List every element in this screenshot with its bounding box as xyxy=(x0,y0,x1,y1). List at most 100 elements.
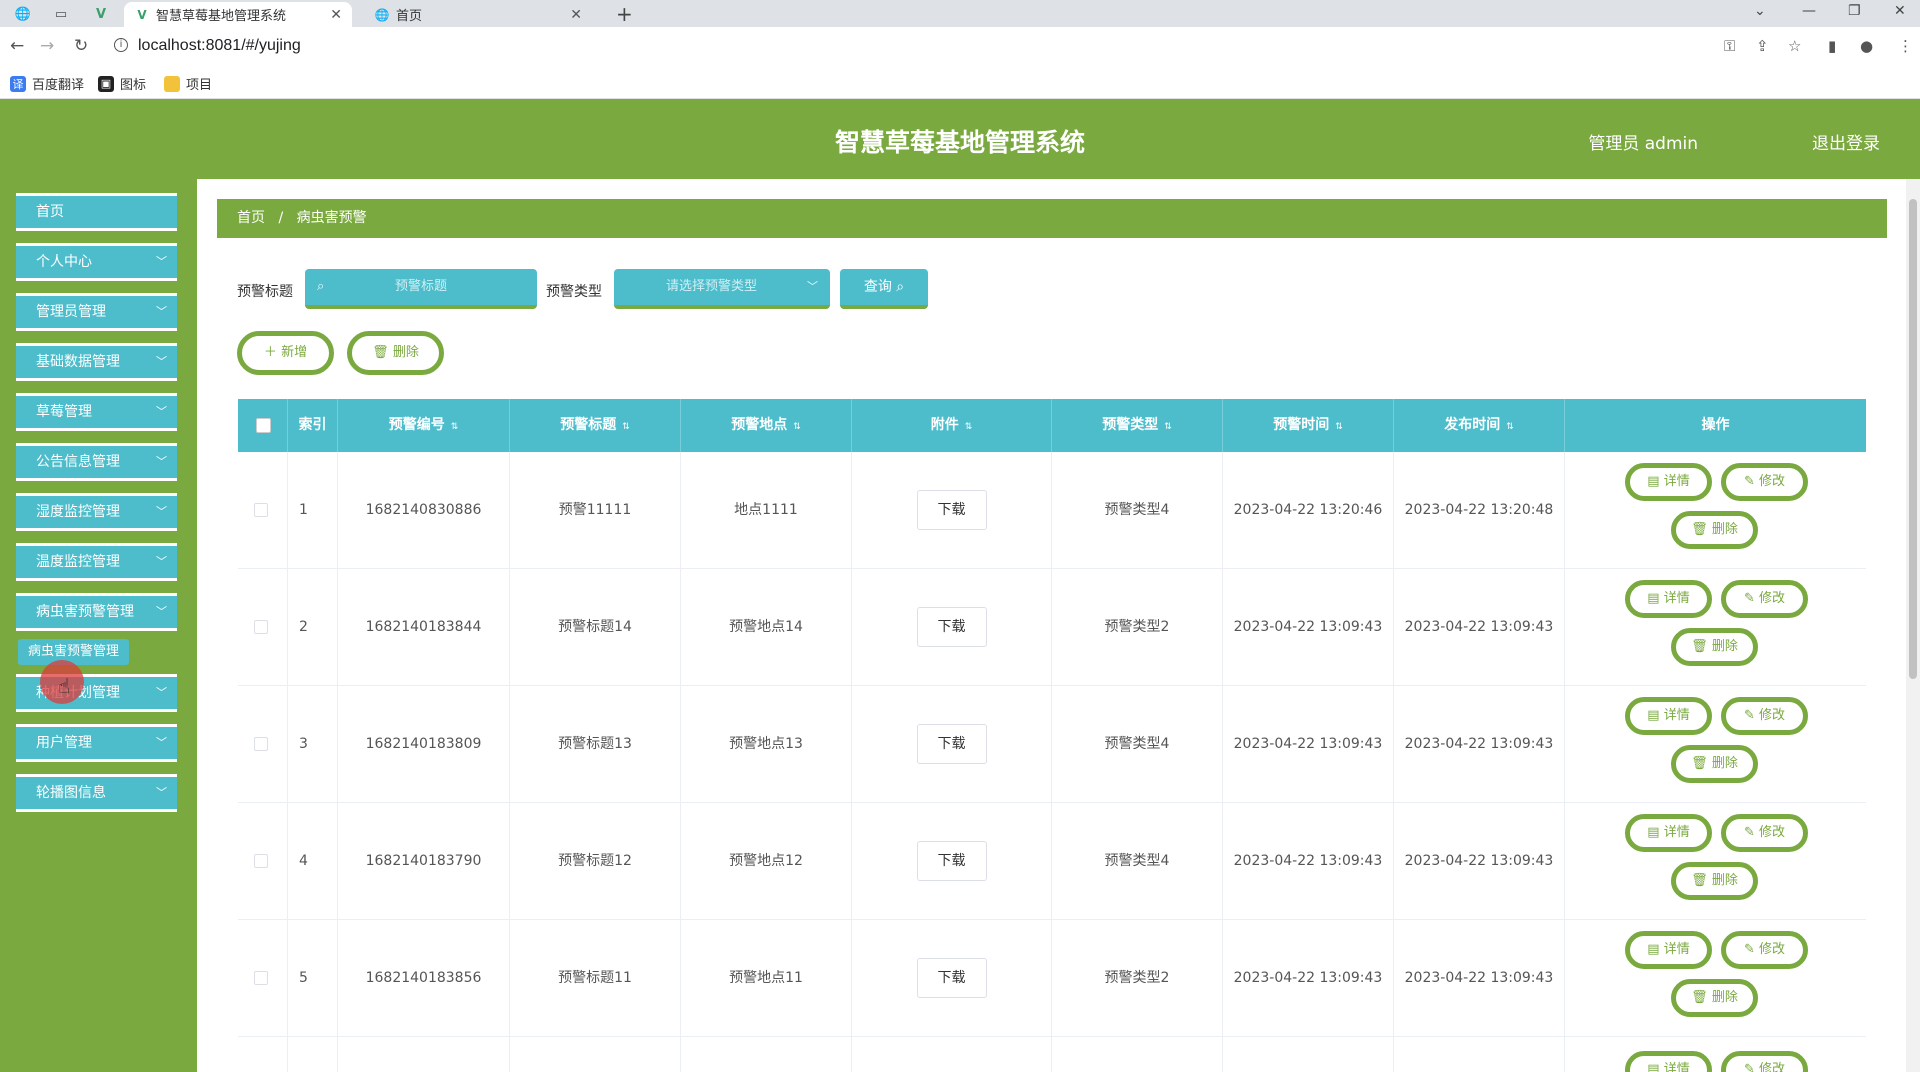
edit-button[interactable]: ✎ 修改 xyxy=(1721,580,1808,618)
tab-home[interactable]: 🌐 首页 ✕ xyxy=(364,2,592,27)
bookmark-baidu-translate[interactable]: 译 百度翻译 xyxy=(10,74,84,93)
sort-icon[interactable]: ⇅ xyxy=(1506,422,1514,432)
reload-icon[interactable]: ↻ xyxy=(74,36,88,56)
title-search-input[interactable]: ⌕ 预警标题 xyxy=(305,269,537,309)
page-scrollbar[interactable] xyxy=(1906,179,1920,1072)
star-icon[interactable]: ☆ xyxy=(1788,37,1801,55)
header-select-all[interactable] xyxy=(238,399,288,452)
detail-button[interactable]: ▤ 详情 xyxy=(1625,463,1712,501)
sidebar-item-home[interactable]: 首页 xyxy=(16,193,177,231)
checkbox[interactable] xyxy=(254,971,268,985)
globe-icon[interactable]: 🌐 xyxy=(10,3,36,25)
back-icon[interactable]: ← xyxy=(10,36,24,56)
header-title[interactable]: 预警标题 ⇅ xyxy=(510,399,681,452)
header-place[interactable]: 预警地点 ⇅ xyxy=(681,399,852,452)
cell-publish-time xyxy=(1394,1037,1565,1072)
delete-button[interactable]: 🗑 删除 xyxy=(347,331,444,375)
row-delete-button[interactable]: 🗑 删除 xyxy=(1671,979,1758,1017)
sidebar-item-label: 草莓管理 xyxy=(36,404,92,420)
blank-tab-icon[interactable]: ▭ xyxy=(48,3,74,25)
sidepanel-icon[interactable]: ▮ xyxy=(1828,37,1836,55)
close-icon[interactable]: ✕ xyxy=(330,7,342,23)
row-select-cell xyxy=(238,1037,288,1072)
url-field[interactable]: localhost:8081/#/yujing xyxy=(138,37,301,55)
sort-icon[interactable]: ⇅ xyxy=(1164,422,1172,432)
sort-icon[interactable]: ⇅ xyxy=(965,422,973,432)
edit-button[interactable]: ✎ 修改 xyxy=(1721,931,1808,969)
minimize-icon[interactable]: — xyxy=(1802,3,1816,19)
sidebar-item-admin-mgmt[interactable]: 管理员管理 ﹀ xyxy=(16,293,177,331)
sidebar-item-base-data[interactable]: 基础数据管理 ﹀ xyxy=(16,343,177,381)
add-button[interactable]: ＋ 新增 xyxy=(237,331,334,375)
row-delete-button[interactable]: 🗑 删除 xyxy=(1671,745,1758,783)
download-button[interactable]: 下载 xyxy=(916,958,987,998)
edit-button[interactable]: ✎ 修改 xyxy=(1721,463,1808,501)
sort-icon[interactable]: ⇅ xyxy=(1335,422,1343,432)
close-icon[interactable]: ✕ xyxy=(570,7,582,23)
vue-icon[interactable]: V xyxy=(88,3,114,25)
sidebar-item-notice[interactable]: 公告信息管理 ﹀ xyxy=(16,443,177,481)
logout-link[interactable]: 退出登录 xyxy=(1812,129,1880,154)
row-delete-button[interactable]: 🗑 删除 xyxy=(1671,862,1758,900)
site-info-icon[interactable]: i xyxy=(114,38,128,52)
sidebar-item-strawberry[interactable]: 草莓管理 ﹀ xyxy=(16,393,177,431)
submenu-pest-warning-mgmt[interactable]: 病虫害预警管理 xyxy=(18,639,130,665)
tab-search-icon[interactable]: ⌄ xyxy=(1754,3,1766,19)
header-code[interactable]: 预警编号 ⇅ xyxy=(338,399,510,452)
download-button[interactable]: 下载 xyxy=(916,490,987,530)
cell-code: 1682140183790 xyxy=(338,803,510,920)
bookmark-icons[interactable]: ▣ 图标 xyxy=(98,74,146,93)
bookmark-project[interactable]: 项目 xyxy=(164,74,212,93)
cell-attachment: 下载 xyxy=(852,569,1052,686)
detail-button[interactable]: ▤ 详情 xyxy=(1625,697,1712,735)
header-type[interactable]: 预警类型 ⇅ xyxy=(1052,399,1223,452)
tab-app[interactable]: V 智慧草莓基地管理系统 ✕ xyxy=(124,2,352,27)
header-publish-time[interactable]: 发布时间 ⇅ xyxy=(1394,399,1565,452)
download-button[interactable]: 下载 xyxy=(916,841,987,881)
menu-icon[interactable]: ⋮ xyxy=(1898,37,1913,55)
detail-button[interactable]: ▤ 详情 xyxy=(1625,931,1712,969)
breadcrumb-home[interactable]: 首页 xyxy=(237,210,265,226)
detail-button[interactable]: ▤ 详情 xyxy=(1625,814,1712,852)
download-button[interactable]: 下载 xyxy=(916,724,987,764)
restore-icon[interactable]: ❐ xyxy=(1848,3,1861,19)
detail-button[interactable]: ▤ 详情 xyxy=(1625,580,1712,618)
new-tab-button[interactable]: + xyxy=(616,2,633,26)
checkbox[interactable] xyxy=(254,854,268,868)
edit-label: 修改 xyxy=(1759,591,1786,606)
edit-label: 修改 xyxy=(1759,708,1786,723)
query-button[interactable]: 查询 ⌕ xyxy=(840,269,928,309)
row-delete-button[interactable]: 🗑 删除 xyxy=(1671,628,1758,666)
forward-icon[interactable]: → xyxy=(40,36,54,56)
detail-button[interactable]: ▤ 详情 xyxy=(1625,1051,1712,1072)
edit-button[interactable]: ✎ 修改 xyxy=(1721,697,1808,735)
app-header: 智慧草莓基地管理系统 管理员 admin 退出登录 xyxy=(0,99,1920,179)
share-icon[interactable]: ⇪ xyxy=(1756,37,1769,55)
sidebar-item-carousel[interactable]: 轮播图信息 ﹀ xyxy=(16,774,177,812)
sidebar-item-users[interactable]: 用户管理 ﹀ xyxy=(16,724,177,762)
header-attachment[interactable]: 附件 ⇅ xyxy=(852,399,1052,452)
sidebar-item-pest-warning[interactable]: 病虫害预警管理 ﹀ xyxy=(16,593,177,631)
edit-button[interactable]: ✎ 修改 xyxy=(1721,1051,1808,1072)
sidebar-item-personal[interactable]: 个人中心 ﹀ xyxy=(16,243,177,281)
edit-button[interactable]: ✎ 修改 xyxy=(1721,814,1808,852)
checkbox[interactable] xyxy=(256,418,271,433)
download-button[interactable]: 下载 xyxy=(916,607,987,647)
sort-icon[interactable]: ⇅ xyxy=(793,422,801,432)
sort-icon[interactable]: ⇅ xyxy=(451,422,459,432)
close-window-icon[interactable]: ✕ xyxy=(1894,3,1906,19)
sidebar-item-temperature[interactable]: 温度监控管理 ﹀ xyxy=(16,543,177,581)
document-icon: ▤ xyxy=(1647,1062,1660,1072)
scrollbar-thumb[interactable] xyxy=(1909,199,1917,679)
header-warn-time[interactable]: 预警时间 ⇅ xyxy=(1223,399,1394,452)
sort-icon[interactable]: ⇅ xyxy=(622,422,630,432)
checkbox[interactable] xyxy=(254,737,268,751)
key-icon[interactable]: ⚿ xyxy=(1724,37,1735,55)
checkbox[interactable] xyxy=(254,620,268,634)
sidebar-item-humidity[interactable]: 湿度监控管理 ﹀ xyxy=(16,493,177,531)
profile-icon[interactable]: ● xyxy=(1860,37,1873,55)
checkbox[interactable] xyxy=(254,503,268,517)
type-select[interactable]: 请选择预警类型 ﹀ xyxy=(614,269,830,309)
row-delete-button[interactable]: 🗑 删除 xyxy=(1671,511,1758,549)
edit-label: 修改 xyxy=(1759,474,1786,489)
